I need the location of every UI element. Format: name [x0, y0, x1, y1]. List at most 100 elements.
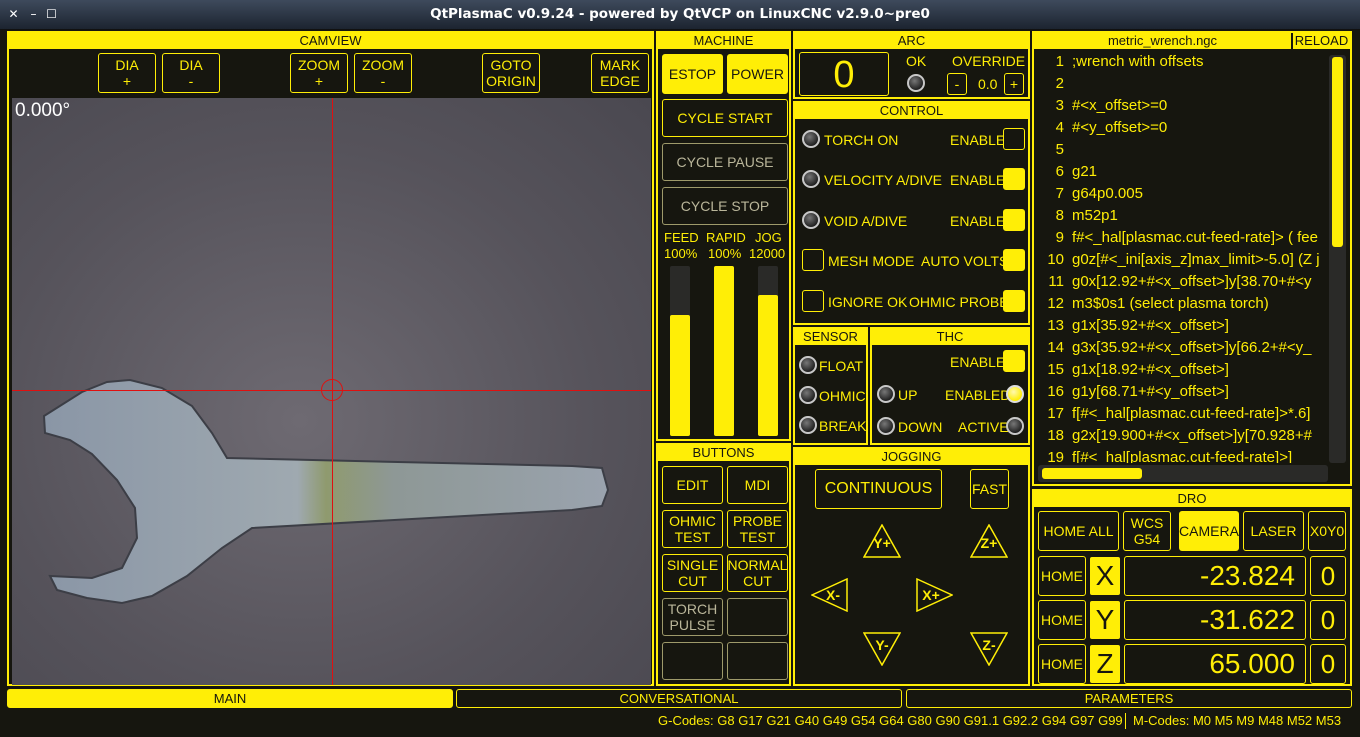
- zoom-plus-button[interactable]: ZOOM +: [290, 53, 348, 93]
- thc-active-led: [1006, 417, 1024, 435]
- probe-test-button[interactable]: PROBE TEST: [727, 510, 788, 548]
- ohmic-test-button[interactable]: OHMIC TEST: [662, 510, 723, 548]
- tab-main[interactable]: MAIN: [7, 689, 453, 708]
- jogging-panel: JOGGING CONTINUOUS FAST Y+ Z+ X- X+ Y- Z…: [793, 447, 1030, 686]
- velocity-enable-checkbox[interactable]: [1003, 168, 1025, 190]
- wcs-select[interactable]: WCS G54: [1123, 511, 1171, 551]
- ohmic-probe-checkbox[interactable]: [1003, 290, 1025, 312]
- jog-z-plus-button[interactable]: Z+: [969, 523, 1009, 558]
- mark-edge-button[interactable]: MARK EDGE: [591, 53, 649, 93]
- gcode-line[interactable]: 13 g1x[35.92+#<x_offset>]: [1038, 317, 1328, 339]
- user-button-8[interactable]: [727, 598, 788, 636]
- gcode-line[interactable]: 6 g21: [1038, 163, 1328, 185]
- gcode-line[interactable]: 9 f#<_hal[plasmac.cut-feed-rate]> ( fee: [1038, 229, 1328, 251]
- gcode-line[interactable]: 16 g1y[68.71+#<y_offset>]: [1038, 383, 1328, 405]
- dro-y-offset[interactable]: 0: [1310, 600, 1346, 640]
- cycle-stop-button[interactable]: CYCLE STOP: [662, 187, 788, 225]
- rapid-value: 100%: [708, 246, 742, 261]
- gcode-line[interactable]: 7 g64p0.005: [1038, 185, 1328, 207]
- feed-label: FEED: [664, 230, 699, 245]
- gcode-line-number: 13: [1047, 317, 1064, 334]
- jog-x-minus-button[interactable]: X-: [810, 577, 849, 613]
- gcode-editor[interactable]: 1 ;wrench with offsets 2 3 #<x_offset>=0 4 #<y…: [1038, 53, 1328, 463]
- edit-button[interactable]: EDIT: [662, 466, 723, 504]
- dro-x-offset[interactable]: 0: [1310, 556, 1346, 596]
- cycle-pause-button[interactable]: CYCLE PAUSE: [662, 143, 788, 181]
- user-button-10[interactable]: [727, 642, 788, 680]
- gcode-line-text: ;wrench with offsets: [1072, 53, 1204, 70]
- gcode-line-number: 15: [1047, 361, 1064, 378]
- void-enable-label: ENABLE: [950, 213, 1006, 229]
- override-plus-button[interactable]: +: [1004, 73, 1024, 95]
- gcode-line[interactable]: 17 f[#<_hal[plasmac.cut-feed-rate]>*.6]: [1038, 405, 1328, 427]
- gcode-line[interactable]: 15 g1x[18.92+#<x_offset>]: [1038, 361, 1328, 383]
- gcode-line[interactable]: 2: [1038, 75, 1328, 97]
- gcode-line[interactable]: 19 f[#<_hal[plasmac.cut-feed-rate]>]: [1038, 449, 1328, 463]
- thc-enable-checkbox[interactable]: [1003, 350, 1025, 372]
- gcode-line[interactable]: 5: [1038, 141, 1328, 163]
- gcode-line[interactable]: 1 ;wrench with offsets: [1038, 53, 1328, 75]
- normal-cut-button[interactable]: NORMAL CUT: [727, 554, 788, 592]
- tab-parameters[interactable]: PARAMETERS: [906, 689, 1352, 708]
- jog-z-minus-button[interactable]: Z-: [969, 632, 1009, 667]
- user-button-9[interactable]: [662, 642, 723, 680]
- ohmic-probe-label: OHMIC PROBE: [909, 294, 1009, 310]
- dia-minus-button[interactable]: DIA -: [162, 53, 220, 93]
- mdi-button[interactable]: MDI: [727, 466, 788, 504]
- jog-y-plus-button[interactable]: Y+: [862, 523, 902, 558]
- arc-voltage-display: 0: [799, 52, 889, 96]
- override-minus-button[interactable]: -: [947, 73, 967, 95]
- gcode-line[interactable]: 10 g0z[#<_ini[axis_z]max_limit>-5.0] (Z j: [1038, 251, 1328, 273]
- gcode-line[interactable]: 3 #<x_offset>=0: [1038, 97, 1328, 119]
- single-cut-button[interactable]: SINGLE CUT: [662, 554, 723, 592]
- gcode-line-text: g1x[18.92+#<x_offset>]: [1072, 361, 1229, 378]
- mesh-mode-checkbox[interactable]: [802, 249, 824, 271]
- zoom-minus-button[interactable]: ZOOM -: [354, 53, 412, 93]
- gcode-vertical-scrollbar[interactable]: [1329, 55, 1346, 463]
- rapid-slider[interactable]: [714, 266, 734, 436]
- reload-button[interactable]: RELOAD: [1293, 33, 1350, 49]
- feed-slider[interactable]: [670, 266, 690, 436]
- jog-x-plus-button[interactable]: X+: [915, 577, 954, 613]
- gcode-line[interactable]: 4 #<y_offset>=0: [1038, 119, 1328, 141]
- buttons-title: BUTTONS: [658, 445, 789, 461]
- camera-button[interactable]: CAMERA: [1179, 511, 1239, 551]
- dro-x-value: -23.824: [1124, 556, 1306, 596]
- gcode-line-text: f[#<_hal[plasmac.cut-feed-rate]>]: [1072, 449, 1293, 463]
- break-led: [799, 416, 817, 434]
- thc-enable-label: ENABLE: [950, 354, 1006, 370]
- x0y0-button[interactable]: X0Y0: [1308, 511, 1346, 551]
- void-enable-checkbox[interactable]: [1003, 209, 1025, 231]
- feed-value: 100%: [664, 246, 698, 261]
- ignore-ok-checkbox[interactable]: [802, 290, 824, 312]
- jog-y-minus-button[interactable]: Y-: [862, 632, 902, 667]
- cycle-start-button[interactable]: CYCLE START: [662, 99, 788, 137]
- torch-pulse-button[interactable]: TORCH PULSE: [662, 598, 723, 636]
- gcode-line-text: g0x[12.92+#<x_offset>]y[38.70+#<y: [1072, 273, 1312, 290]
- home-all-button[interactable]: HOME ALL: [1038, 511, 1119, 551]
- dia-plus-button[interactable]: DIA +: [98, 53, 156, 93]
- tab-conversational[interactable]: CONVERSATIONAL: [456, 689, 902, 708]
- gcode-line-number: 12: [1047, 295, 1064, 312]
- dro-z-offset[interactable]: 0: [1310, 644, 1346, 684]
- auto-volts-checkbox[interactable]: [1003, 249, 1025, 271]
- jog-slider[interactable]: [758, 266, 778, 436]
- gcode-line[interactable]: 14 g3x[35.92+#<x_offset>]y[66.2+#<y_: [1038, 339, 1328, 361]
- power-button[interactable]: POWER: [727, 54, 788, 94]
- control-title: CONTROL: [795, 103, 1028, 119]
- gcode-line[interactable]: 12 m3$0s1 (select plasma torch): [1038, 295, 1328, 317]
- home-z-button[interactable]: HOME: [1038, 644, 1086, 684]
- gcode-horizontal-scrollbar[interactable]: [1038, 465, 1328, 482]
- gcode-line[interactable]: 18 g2x[19.900+#<x_offset>]y[70.928+#: [1038, 427, 1328, 449]
- goto-origin-button[interactable]: GOTO ORIGIN: [482, 53, 540, 93]
- estop-button[interactable]: ESTOP: [662, 54, 723, 94]
- laser-button[interactable]: LASER: [1243, 511, 1304, 551]
- torch-enable-checkbox[interactable]: [1003, 128, 1025, 150]
- gcode-line[interactable]: 11 g0x[12.92+#<x_offset>]y[38.70+#<y: [1038, 273, 1328, 295]
- camera-view[interactable]: 0.000°: [12, 98, 651, 685]
- gcode-vscroll-thumb[interactable]: [1332, 57, 1343, 247]
- home-y-button[interactable]: HOME: [1038, 600, 1086, 640]
- home-x-button[interactable]: HOME: [1038, 556, 1086, 596]
- gcode-line[interactable]: 8 m52p1: [1038, 207, 1328, 229]
- gcode-hscroll-thumb[interactable]: [1042, 468, 1142, 479]
